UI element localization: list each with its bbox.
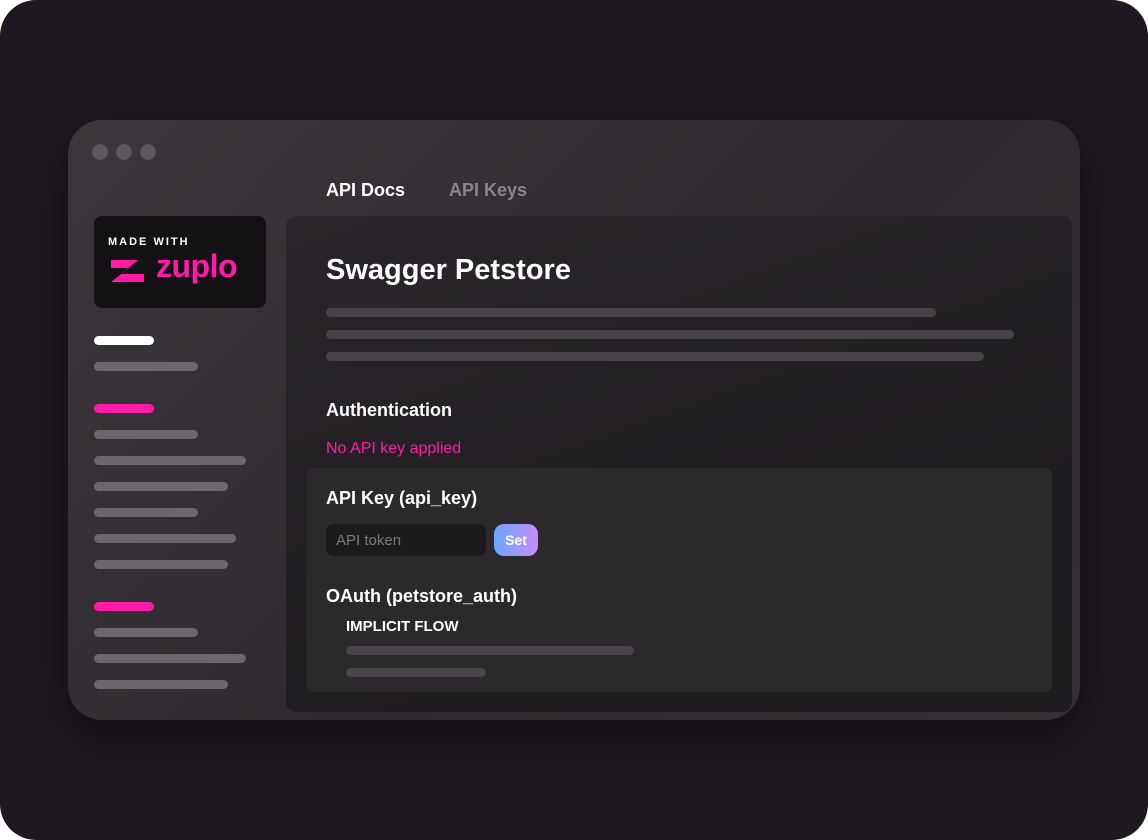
top-tabs: API Docs API Keys: [326, 180, 527, 201]
logo-brand-text: zuplo: [156, 248, 238, 284]
oauth-placeholder-line: [346, 646, 634, 655]
sidebar-item[interactable]: [94, 560, 228, 569]
sidebar-section-heading: [94, 404, 154, 413]
sidebar-item[interactable]: [94, 482, 228, 491]
description-placeholder-line: [326, 308, 936, 317]
app-frame: API Docs API Keys MADE WITH zuplo Swagge…: [0, 0, 1148, 840]
auth-status-text: No API key applied: [326, 440, 462, 457]
maximize-dot-icon[interactable]: [140, 144, 156, 160]
sidebar-item[interactable]: [94, 628, 198, 637]
sidebar-item[interactable]: [94, 534, 236, 543]
sidebar-item[interactable]: [94, 362, 198, 371]
oauth-placeholder-line: [346, 668, 486, 677]
page-title: Swagger Petstore: [326, 254, 571, 286]
zuplo-z-icon: [111, 260, 144, 282]
api-token-input[interactable]: [326, 524, 486, 556]
sidebar-item[interactable]: [94, 430, 198, 439]
api-key-heading: API Key (api_key): [326, 488, 478, 508]
browser-window: API Docs API Keys MADE WITH zuplo Swagge…: [68, 120, 1080, 720]
tab-api-keys[interactable]: API Keys: [449, 180, 527, 201]
description-placeholder-line: [326, 352, 984, 361]
auth-card: API Key (api_key) Set OAuth (petstore_au…: [306, 468, 1052, 692]
authentication-heading: Authentication: [326, 400, 452, 420]
sidebar-item-active[interactable]: [94, 336, 154, 345]
sidebar-item[interactable]: [94, 508, 198, 517]
logo-tagline: MADE WITH: [108, 236, 190, 248]
docs-panel: Swagger Petstore Authentication No API k…: [286, 216, 1072, 712]
description-placeholder-line: [326, 330, 1014, 339]
made-with-zuplo-logo[interactable]: MADE WITH zuplo: [94, 216, 266, 308]
window-controls: [92, 144, 156, 160]
sidebar-section-heading: [94, 602, 154, 611]
sidebar-item[interactable]: [94, 680, 228, 689]
close-dot-icon[interactable]: [92, 144, 108, 160]
implicit-flow-label: IMPLICIT FLOW: [346, 618, 459, 635]
sidebar-item[interactable]: [94, 654, 246, 663]
oauth-heading: OAuth (petstore_auth): [326, 586, 517, 606]
tab-api-docs[interactable]: API Docs: [326, 180, 405, 201]
set-button[interactable]: Set: [494, 524, 538, 556]
sidebar-item[interactable]: [94, 456, 246, 465]
minimize-dot-icon[interactable]: [116, 144, 132, 160]
